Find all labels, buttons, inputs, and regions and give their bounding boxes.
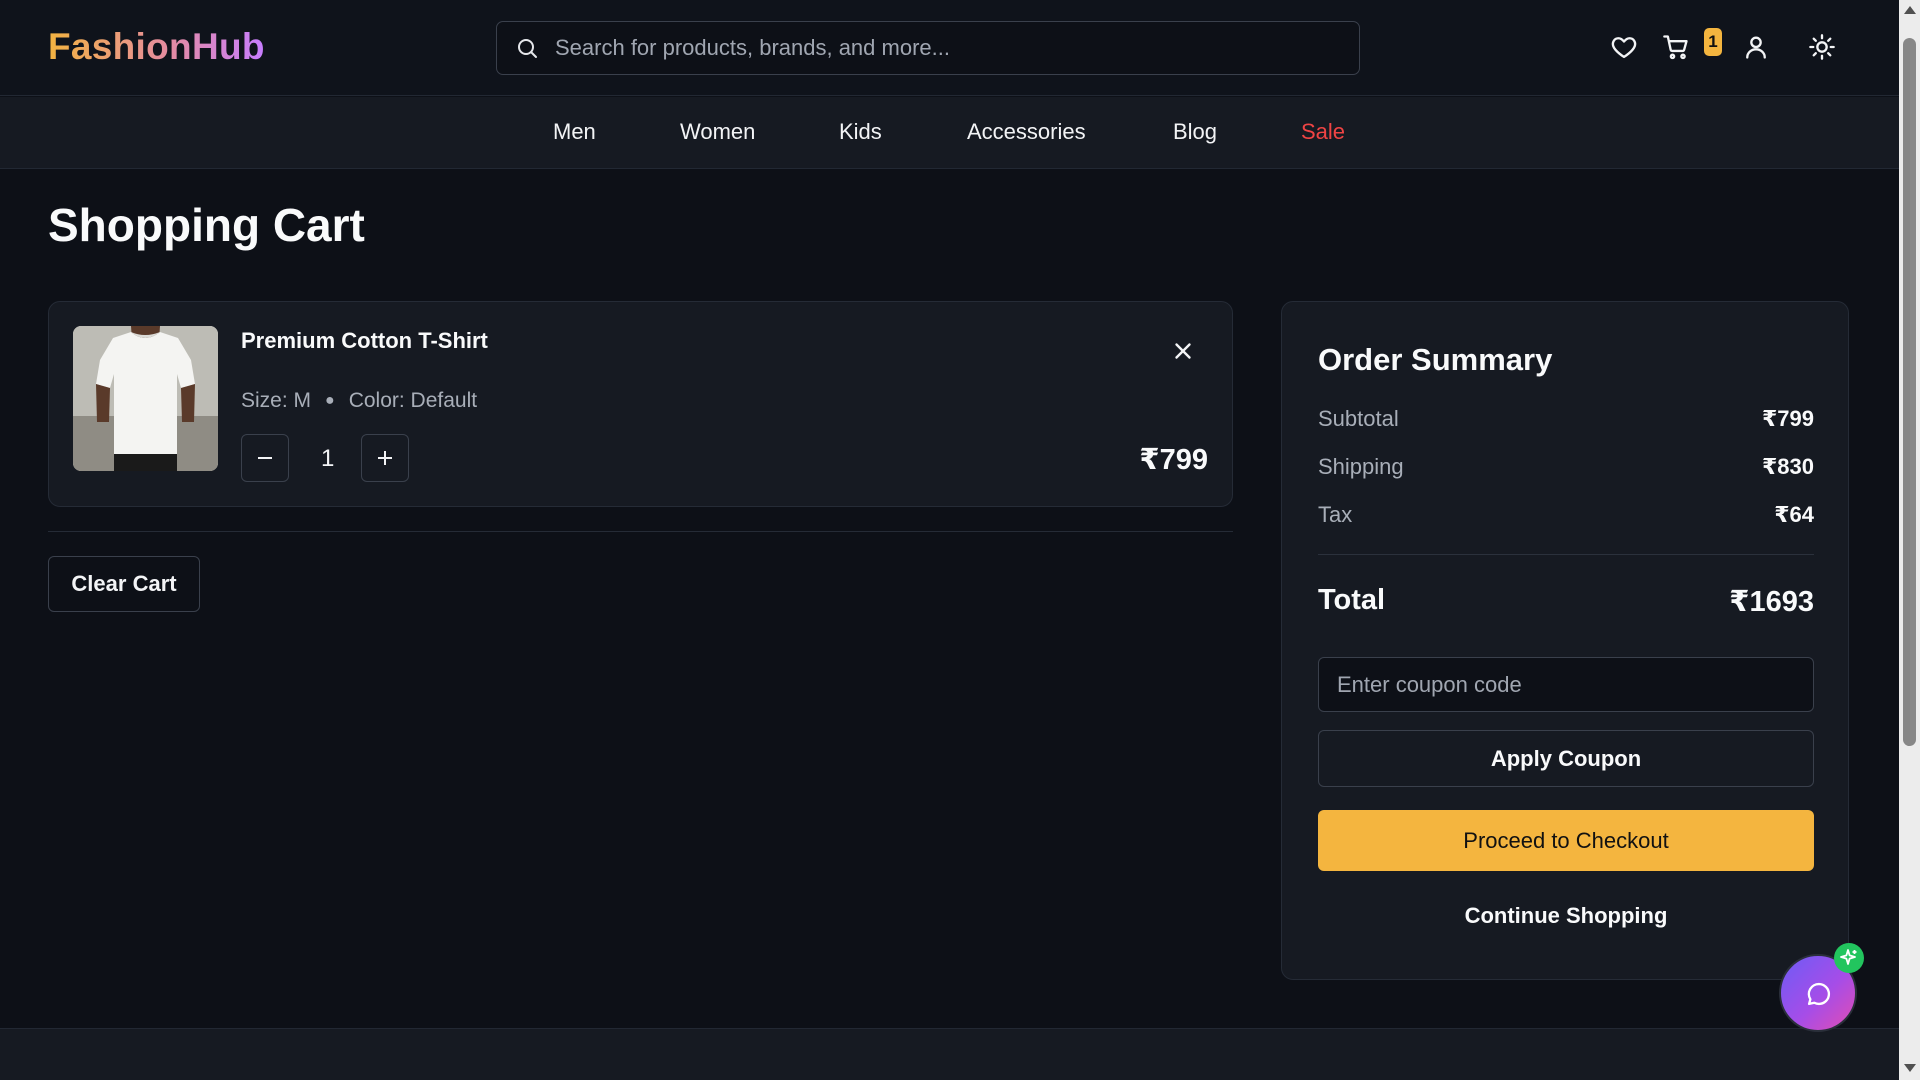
nav-item-men[interactable]: Men: [553, 119, 596, 145]
quantity-increase-button[interactable]: [361, 434, 409, 482]
cart-divider: [48, 531, 1233, 532]
product-name[interactable]: Premium Cotton T-Shirt: [241, 328, 488, 354]
minus-icon: [258, 457, 272, 459]
tax-label: Tax: [1318, 502, 1353, 527]
order-summary-title: Order Summary: [1318, 342, 1553, 377]
product-size: Size: M: [241, 389, 312, 412]
tax-row: Tax ₹64: [1318, 502, 1814, 528]
search-icon: [518, 39, 537, 58]
tax-value: ₹64: [1774, 502, 1814, 527]
header: FashionHub 1: [0, 0, 1899, 96]
cart-item-card: Premium Cotton T-Shirt Size: M ● Color: De…: [48, 301, 1233, 507]
search-bar[interactable]: [496, 21, 1360, 75]
subtotal-label: Subtotal: [1318, 406, 1399, 431]
close-icon[interactable]: [1170, 338, 1196, 364]
product-variant: Size: M ● Color: Default: [241, 389, 477, 413]
nav-item-kids[interactable]: Kids: [839, 119, 882, 145]
subtotal-value: ₹799: [1761, 406, 1814, 431]
search-input[interactable]: [555, 35, 1359, 61]
page: FashionHub 1 Men Women Kid: [0, 0, 1920, 1080]
continue-shopping-link[interactable]: Continue Shopping: [1318, 903, 1814, 929]
clear-cart-button[interactable]: Clear Cart: [48, 556, 200, 612]
apply-coupon-button[interactable]: Apply Coupon: [1318, 730, 1814, 787]
coupon-code-input[interactable]: [1318, 657, 1814, 712]
heart-icon[interactable]: [1610, 33, 1638, 61]
tshirt-photo: [73, 326, 218, 471]
footer: [0, 1028, 1899, 1080]
product-price: ₹799: [1139, 444, 1208, 476]
page-scrollbar[interactable]: [1899, 0, 1920, 1080]
nav-item-sale[interactable]: Sale: [1301, 119, 1345, 145]
cart-icon[interactable]: [1662, 33, 1690, 61]
shipping-row: Shipping ₹830: [1318, 454, 1814, 480]
nav-item-blog[interactable]: Blog: [1173, 119, 1217, 145]
cart-count-badge: 1: [1704, 28, 1722, 56]
scroll-down-arrow-icon[interactable]: [1904, 1064, 1916, 1072]
quantity-value: 1: [321, 445, 335, 472]
product-image[interactable]: [73, 326, 218, 471]
scroll-up-arrow-icon[interactable]: [1904, 6, 1916, 14]
shipping-value: ₹830: [1761, 454, 1814, 479]
brand-logo[interactable]: FashionHub: [48, 26, 265, 68]
total-row: Total ₹1693: [1318, 584, 1814, 619]
plus-icon: [378, 451, 392, 465]
user-icon[interactable]: [1742, 33, 1770, 61]
page-title: Shopping Cart: [48, 199, 365, 251]
total-value: ₹1693: [1729, 586, 1814, 618]
nav-item-accessories[interactable]: Accessories: [967, 119, 1086, 145]
sparkle-icon: [1840, 949, 1857, 965]
total-label: Total: [1318, 584, 1386, 616]
separator-dot: ●: [325, 392, 335, 409]
order-summary-panel: Order Summary Subtotal ₹799 Shipping ₹83…: [1281, 301, 1849, 980]
proceed-to-checkout-button[interactable]: Proceed to Checkout: [1318, 810, 1814, 871]
product-color: Color: Default: [348, 389, 478, 412]
subtotal-row: Subtotal ₹799: [1318, 406, 1814, 432]
summary-divider: [1318, 554, 1814, 555]
chat-bubble-icon: [1807, 982, 1831, 1006]
ai-sparkle-badge: [1834, 943, 1864, 973]
nav-item-women[interactable]: Women: [680, 119, 755, 145]
main-nav: Men Women Kids Accessories Blog Sale: [0, 97, 1899, 169]
shipping-label: Shipping: [1318, 454, 1404, 479]
scrollbar-thumb[interactable]: [1903, 38, 1916, 746]
sun-icon[interactable]: [1808, 33, 1836, 61]
quantity-decrease-button[interactable]: [241, 434, 289, 482]
